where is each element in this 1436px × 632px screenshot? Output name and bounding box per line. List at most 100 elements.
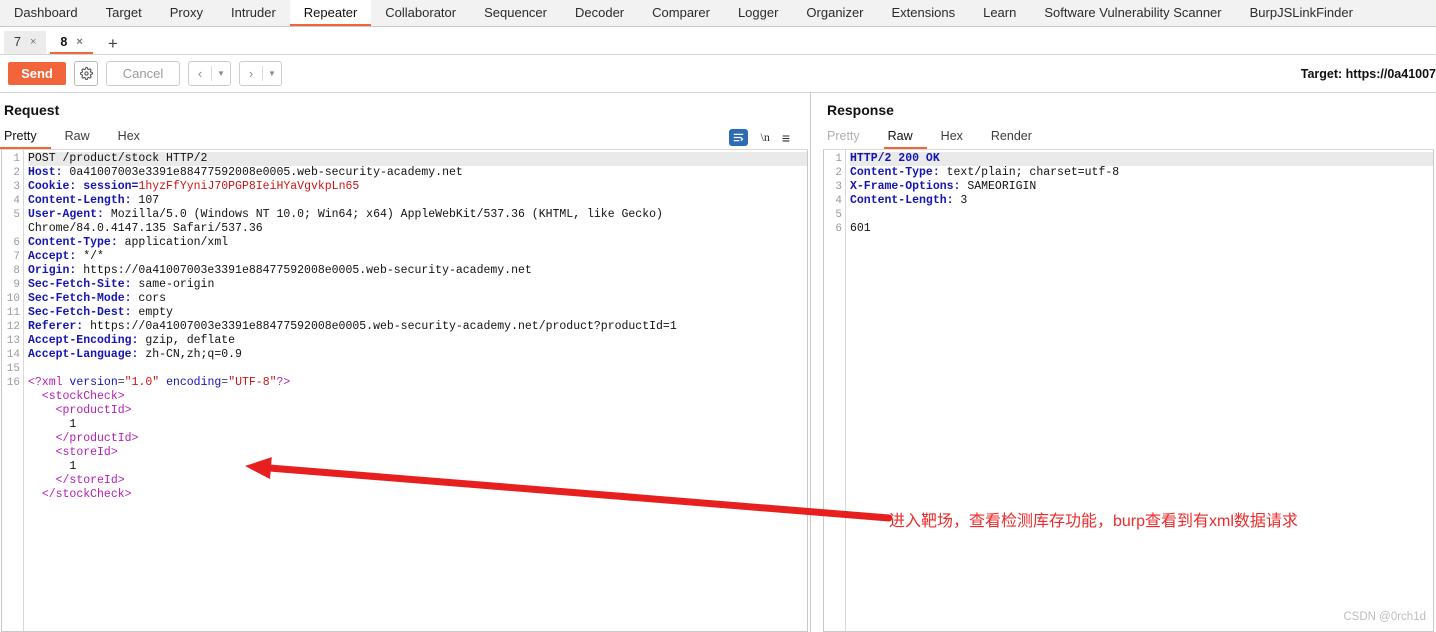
nav-tab-intruder[interactable]: Intruder	[216, 0, 290, 26]
line-number: 11	[6, 307, 20, 319]
response-line-numbers: 1 2 3 4 5 6	[824, 150, 846, 631]
code-line: POST /product/stock HTTP/2	[28, 152, 807, 166]
add-repeater-tab-button[interactable]: +	[101, 33, 125, 54]
newline-icon[interactable]: \n	[760, 130, 769, 145]
code-line: Content-Length: 3	[850, 194, 968, 207]
nav-tab-label: Repeater	[303, 4, 358, 20]
code-line: Host: 0a41007003e3391e88477592008e0005.w…	[28, 166, 463, 179]
cancel-button[interactable]: Cancel	[106, 61, 180, 86]
code-line: </stockCheck>	[41, 488, 132, 501]
request-subtab-hex[interactable]: Hex	[114, 129, 154, 149]
nav-tab-organizer[interactable]: Organizer	[792, 0, 878, 26]
close-icon[interactable]: ×	[30, 36, 36, 48]
nav-tab-repeater[interactable]: Repeater	[289, 0, 372, 26]
line-number: 16	[6, 377, 20, 389]
line-number: 5	[13, 209, 20, 221]
line-number	[2, 418, 20, 432]
next-request-button[interactable]: › ▼	[239, 61, 282, 86]
line-number: 10	[6, 293, 20, 305]
word-wrap-icon[interactable]	[729, 129, 749, 146]
code-line: Content-Type: text/plain; charset=utf-8	[850, 166, 1120, 179]
nav-tab-proxy[interactable]: Proxy	[155, 0, 217, 26]
nav-tab-logger[interactable]: Logger	[723, 0, 793, 26]
nav-tab-label: Intruder	[230, 4, 276, 20]
response-body-text[interactable]: HTTP/2 200 OK Content-Type: text/plain; c…	[846, 150, 1433, 631]
nav-tab-label: Sequencer	[484, 4, 547, 20]
response-subtab-render[interactable]: Render	[987, 129, 1046, 149]
request-subtab-bar: Pretty Raw Hex \n ≡	[0, 126, 808, 150]
repeater-tab-label: 8	[60, 34, 68, 49]
response-editor[interactable]: 1 2 3 4 5 6 HTTP/2 200 OK Content-Type: text/p…	[823, 150, 1434, 632]
nav-tab-label: Extensions	[891, 4, 956, 20]
line-number: 4	[835, 195, 842, 207]
previous-request-button[interactable]: ‹ ▼	[188, 61, 231, 86]
nav-tab-software-vulnerability-scanner[interactable]: Software Vulnerability Scanner	[1030, 0, 1236, 26]
nav-tab-target[interactable]: Target	[91, 0, 156, 26]
close-icon[interactable]: ×	[76, 36, 82, 48]
line-number	[2, 460, 20, 474]
code-line: 1	[69, 460, 77, 473]
request-editor[interactable]: 1 2 3 4 5 6 7 8 9 10 11 12 13 14 15 16 POST /product/st…	[1, 150, 808, 632]
code-line: Sec-Fetch-Dest: empty	[28, 306, 173, 319]
send-button[interactable]: Send	[8, 62, 66, 85]
nav-tab-extensions[interactable]: Extensions	[877, 0, 970, 26]
nav-tab-label: Collaborator	[385, 4, 457, 20]
nav-tab-label: Decoder	[575, 4, 625, 20]
target-label: Target: https://0a41007	[1300, 66, 1436, 81]
response-subtab-hex[interactable]: Hex	[937, 129, 977, 149]
nav-tab-learn[interactable]: Learn	[969, 0, 1031, 26]
request-response-split: Request Pretty Raw Hex \n ≡ 1 2 3 4 5 6 7 8 9 10 11 1…	[0, 93, 1436, 632]
line-number: 2	[13, 167, 20, 179]
code-line: 1	[69, 418, 77, 431]
nav-tab-comparer[interactable]: Comparer	[638, 0, 724, 26]
response-subtab-pretty[interactable]: Pretty	[823, 129, 874, 149]
line-number: 15	[6, 363, 20, 375]
nav-tab-collaborator[interactable]: Collaborator	[371, 0, 471, 26]
main-navigation-bar: Dashboard Target Proxy Intruder Repeater Coll…	[0, 0, 1436, 27]
nav-tab-label: Comparer	[652, 4, 710, 20]
chevron-down-icon[interactable]: ▼	[212, 62, 230, 85]
chevron-left-icon: ‹	[197, 66, 203, 81]
nav-tab-decoder[interactable]: Decoder	[561, 0, 639, 26]
response-subtab-raw[interactable]: Raw	[883, 129, 927, 149]
code-line: Cookie: session=1hyzFfYyniJ70PGP8IeiHYaV…	[28, 180, 360, 193]
line-number: 4	[13, 195, 20, 207]
hamburger-menu-icon[interactable]: ≡	[782, 131, 790, 145]
request-subtab-raw[interactable]: Raw	[61, 129, 104, 149]
request-line-numbers: 1 2 3 4 5 6 7 8 9 10 11 12 13 14 15 16	[2, 150, 24, 631]
nav-tab-label: Logger	[737, 4, 779, 20]
gear-icon[interactable]	[74, 61, 98, 86]
nav-tab-label: Software Vulnerability Scanner	[1044, 4, 1222, 20]
nav-tab-dashboard[interactable]: Dashboard	[0, 0, 92, 26]
nav-tab-label: Target	[105, 4, 142, 20]
request-body-text[interactable]: POST /product/stock HTTP/2 Host: 0a410070…	[24, 150, 807, 631]
nav-tab-sequencer[interactable]: Sequencer	[470, 0, 561, 26]
nav-tab-burpjslinkfinder[interactable]: BurpJSLinkFinder	[1235, 0, 1367, 26]
line-number: 13	[6, 335, 20, 347]
code-line: User-Agent: Mozilla/5.0 (Windows NT 10.0…	[28, 208, 663, 221]
code-line: Sec-Fetch-Site: same-origin	[28, 278, 215, 291]
code-line: Sec-Fetch-Mode: cors	[28, 292, 167, 305]
request-subtab-pretty[interactable]: Pretty	[0, 129, 51, 149]
line-number: 7	[13, 251, 20, 263]
repeater-tab-7[interactable]: 7 ×	[4, 31, 47, 54]
line-number	[2, 474, 20, 488]
nav-tab-label: BurpJSLinkFinder	[1249, 4, 1353, 20]
line-number: 2	[835, 167, 842, 179]
line-number: 6	[835, 223, 842, 235]
code-line: <storeId>	[55, 446, 118, 459]
line-number: 12	[6, 321, 20, 333]
repeater-tab-8[interactable]: 8 ×	[50, 31, 93, 54]
line-number: 1	[13, 153, 20, 165]
code-line: <?xml version="1.0" encoding="UTF-8"?>	[28, 376, 291, 389]
line-number	[2, 404, 20, 418]
request-editor-icons: \n ≡	[729, 129, 808, 149]
code-line: <stockCheck>	[41, 390, 125, 403]
code-line: Accept: */*	[28, 250, 104, 263]
chevron-right-icon: ›	[248, 66, 254, 81]
chevron-down-icon[interactable]: ▼	[263, 62, 281, 85]
line-number: 5	[835, 209, 842, 221]
nav-tab-label: Organizer	[806, 4, 864, 20]
